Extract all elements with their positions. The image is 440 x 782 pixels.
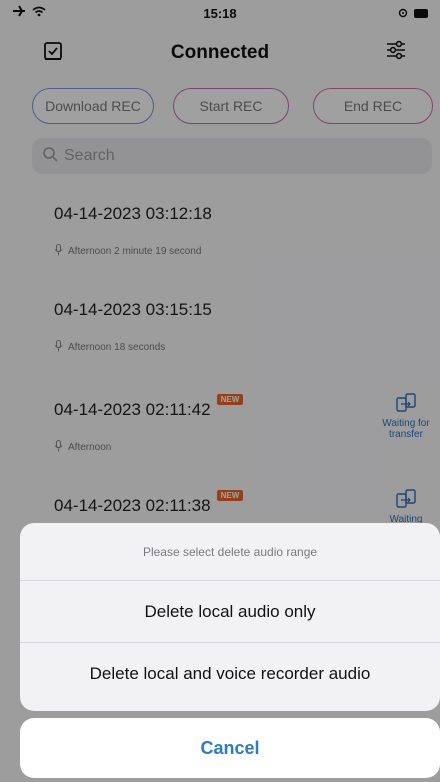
app-screen: 15:18 Connected Download REC Start REC E… [0,0,440,782]
action-sheet-title: Please select delete audio range [20,523,440,581]
delete-action-sheet: Please select delete audio range Delete … [20,523,440,711]
cancel-button[interactable]: Cancel [20,718,440,778]
delete-local-and-recorder-option[interactable]: Delete local and voice recorder audio [20,643,440,705]
delete-local-only-option[interactable]: Delete local audio only [20,581,440,643]
